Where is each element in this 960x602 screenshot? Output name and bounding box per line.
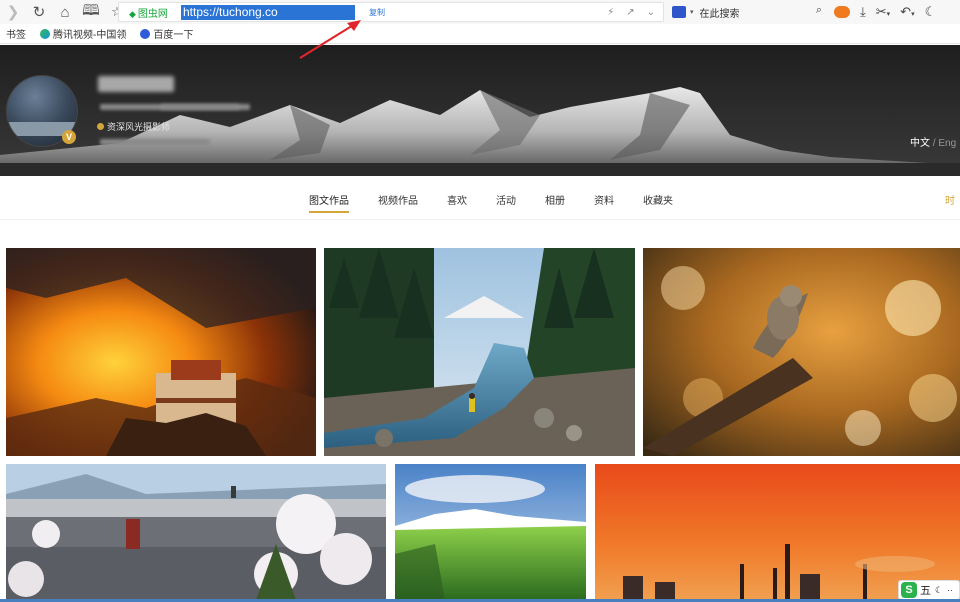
profile-tag-label: 资深风光摄影师 bbox=[107, 122, 171, 132]
nav-tabs: 图文作品 视频作品 喜欢 活动 相册 资料 收藏夹 bbox=[309, 192, 702, 213]
photo-sunset-palace[interactable] bbox=[6, 248, 316, 456]
reader-icon[interactable]: 🕮 bbox=[78, 0, 104, 24]
photo-squirrel-autumn[interactable] bbox=[643, 248, 960, 456]
search-box[interactable]: ▾ 在此搜索 ⌕ bbox=[668, 2, 828, 22]
tab-videos[interactable]: 视频作品 bbox=[378, 192, 418, 213]
home-icon[interactable]: ⌂ bbox=[52, 0, 78, 24]
url-text[interactable]: https://tuchong.co bbox=[181, 4, 355, 20]
bookmark-tencent-video[interactable]: 腾讯视频-中国领 bbox=[40, 26, 126, 41]
lang-chinese[interactable]: 中文 bbox=[910, 138, 930, 149]
browser-tools: ⤓ ✂▾ ↶▾ ☾ bbox=[834, 0, 936, 24]
lang-separator: / bbox=[932, 138, 936, 149]
site-badge-label: 图虫网 bbox=[137, 8, 168, 20]
address-bar-icons: ⚡ ↗ ⌄ bbox=[607, 3, 655, 21]
blurred-bio bbox=[100, 139, 210, 145]
photo-mountain-river[interactable] bbox=[324, 248, 635, 456]
tab-profile[interactable]: 资料 bbox=[594, 192, 614, 213]
sogou-logo-icon: S bbox=[901, 582, 917, 598]
tab-favorites[interactable]: 收藏夹 bbox=[643, 192, 673, 213]
scissors-icon[interactable]: ✂▾ bbox=[876, 4, 890, 20]
engine-dropdown-icon[interactable]: ▾ bbox=[690, 8, 694, 16]
game-icon[interactable] bbox=[834, 6, 850, 18]
refresh-icon[interactable]: ↻ bbox=[26, 0, 52, 24]
search-icon[interactable]: ⌕ bbox=[816, 4, 822, 17]
dots-icon[interactable]: ·· bbox=[947, 585, 953, 595]
photo-bridge-blossoms[interactable] bbox=[6, 464, 386, 600]
profile-tag: 资深风光摄影师 bbox=[97, 120, 170, 133]
address-bar[interactable]: ◆ 图虫网 https://tuchong.co 复制 ⚡ ↗ ⌄ bbox=[118, 2, 664, 22]
bookmark-folder[interactable]: 书签 bbox=[6, 26, 26, 41]
blurred-stats-2 bbox=[160, 104, 240, 110]
language-switcher: 中文 / Eng bbox=[910, 134, 956, 149]
site-badge: ◆ 图虫网 bbox=[119, 5, 181, 20]
tag-dot-icon bbox=[97, 123, 104, 130]
tab-albums[interactable]: 相册 bbox=[545, 192, 565, 213]
copy-link[interactable]: 复制 bbox=[369, 7, 385, 18]
tencent-video-icon bbox=[40, 28, 50, 39]
tab-posts[interactable]: 图文作品 bbox=[309, 192, 349, 213]
ime-mode[interactable]: 五 bbox=[920, 582, 931, 598]
photo-snow-peak-grassland[interactable] bbox=[395, 464, 586, 600]
back-icon[interactable]: ❯ bbox=[0, 0, 26, 24]
profile-banner: V 资深风光摄影师 中文 / Eng bbox=[0, 45, 960, 176]
bookmark-label: 书签 bbox=[6, 30, 26, 41]
bookmark-label: 腾讯视频-中国领 bbox=[53, 30, 127, 41]
verified-badge: V bbox=[62, 130, 76, 144]
bookmark-label: 百度一下 bbox=[153, 30, 194, 41]
shield-icon: ◆ bbox=[129, 8, 136, 19]
lang-english[interactable]: Eng bbox=[938, 138, 956, 149]
nav-right-link[interactable]: 时 bbox=[945, 192, 955, 207]
chevron-down-icon[interactable]: ⌄ bbox=[647, 7, 655, 18]
blurred-username bbox=[98, 76, 174, 92]
ime-toolbar[interactable]: S 五 ☾ ·· bbox=[898, 580, 960, 600]
search-input[interactable]: 在此搜索 bbox=[700, 5, 740, 20]
baidu-paw-icon bbox=[140, 28, 151, 39]
tab-likes[interactable]: 喜欢 bbox=[447, 192, 467, 213]
download-icon[interactable]: ⤓ bbox=[860, 4, 866, 20]
bookmark-baidu[interactable]: 百度一下 bbox=[140, 26, 193, 41]
share-icon[interactable]: ↗ bbox=[626, 7, 634, 18]
moon-icon[interactable]: ☾ bbox=[925, 4, 937, 20]
bookmarks-bar: 书签 腾讯视频-中国领 百度一下 bbox=[0, 24, 960, 44]
profile-nav: 图文作品 视频作品 喜欢 活动 相册 资料 收藏夹 时 bbox=[0, 176, 960, 220]
bolt-icon[interactable]: ⚡ bbox=[607, 7, 614, 18]
search-engine-icon[interactable] bbox=[672, 6, 686, 18]
moon-icon[interactable]: ☾ bbox=[935, 585, 943, 596]
tab-events[interactable]: 活动 bbox=[496, 192, 516, 213]
undo-icon[interactable]: ↶▾ bbox=[900, 4, 914, 20]
mountain-banner-image bbox=[0, 45, 960, 176]
